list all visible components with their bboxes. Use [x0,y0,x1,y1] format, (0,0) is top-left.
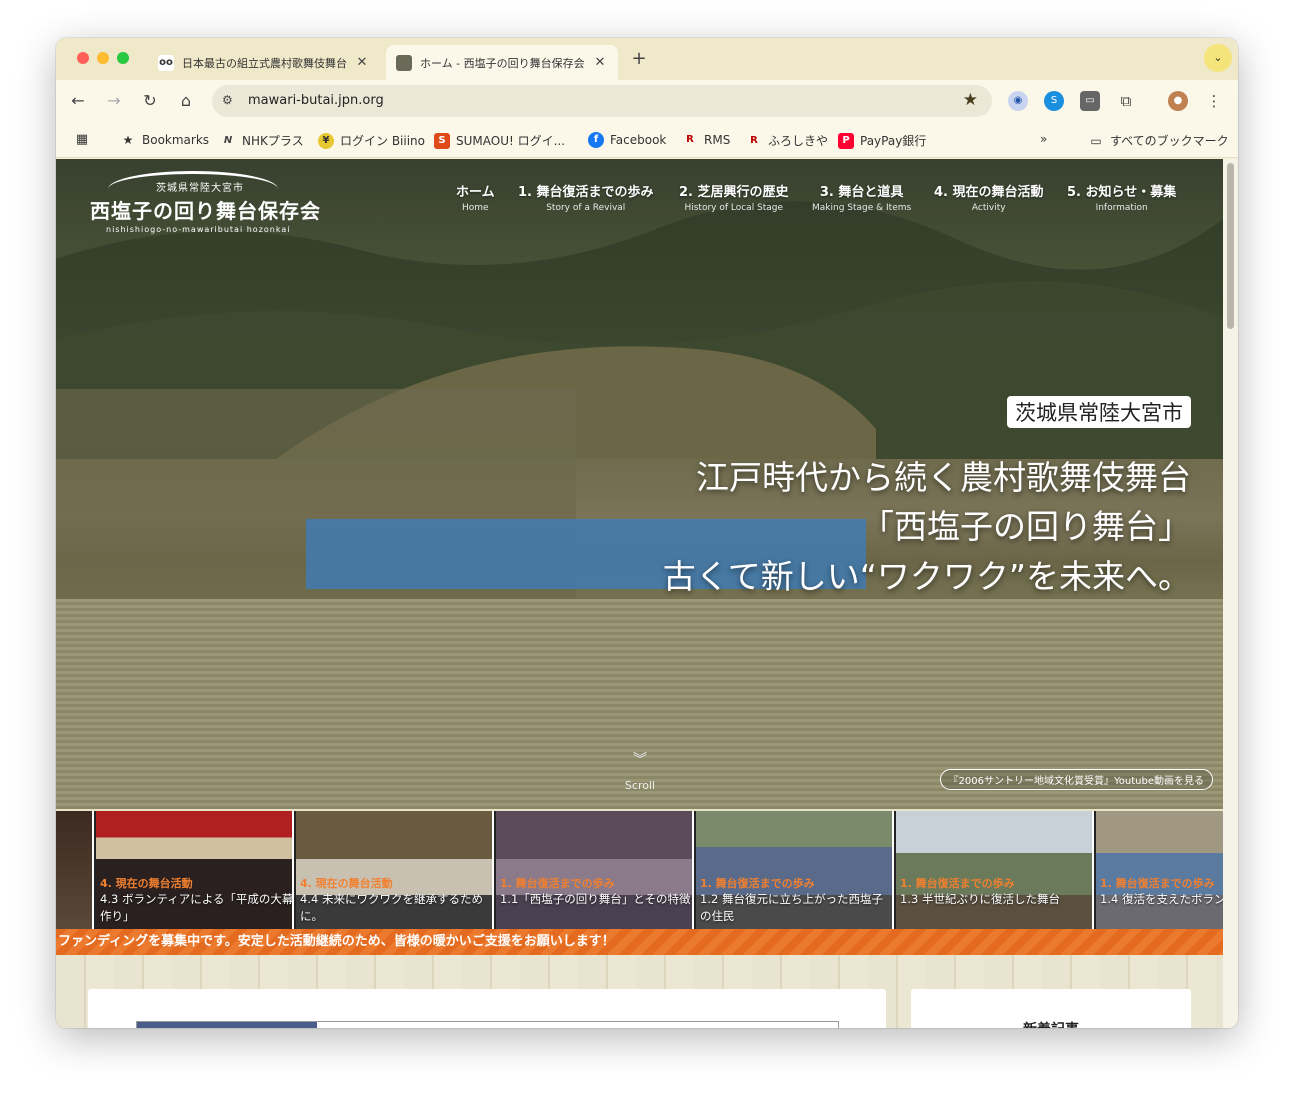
bookmark-facebook[interactable]: f Facebook [588,132,666,148]
scrollbar-thumb[interactable] [1227,163,1234,329]
carousel-slide[interactable]: 1. 舞台復活までの歩み 1.4 復活を支えたボランティア [1096,811,1223,931]
page-scrollbar[interactable] [1223,159,1238,1028]
bookmarks-bar: ▦ ★ Bookmarks N NHKプラス ¥ ログイン Biiino S SUMAO… [56,122,1238,158]
tab-title: 日本最古の組立式農村歌舞伎舞台 [182,56,347,70]
tab-search-button[interactable]: ⌄ [1204,44,1232,72]
hero-section: 茨城県常陸大宮市 西塩子の回り舞台保存会 nishishiogo-no-mawa… [56,159,1223,809]
shazam-extension-icon[interactable]: S [1044,91,1064,111]
article-carousel: 4. 現在の舞台活動 4.3 ボランティアによる「平成の大幕作り」 4. 現在の… [56,811,1223,931]
scroll-indicator[interactable]: ︾ Scroll [618,752,662,792]
sidebar-recent-posts: 新着記事 [911,989,1191,1028]
funding-banner[interactable]: ファンディングを募集中です。安定した活動継続のため、皆様の暖かいご支援をお願いし… [56,929,1223,955]
new-tab-button[interactable]: + [628,48,650,70]
forward-arrow-icon[interactable]: → [102,89,126,113]
close-tab-icon[interactable]: ✕ [354,55,370,70]
nav-stage-items[interactable]: 3. 舞台と道具 Making Stage & Items [812,181,911,213]
bookmark-nhk[interactable]: N NHKプラス [220,132,304,149]
tab-active[interactable]: ホーム - 西塩子の回り舞台保存会 ✕ [386,45,618,80]
chat-extension-icon[interactable]: ▭ [1080,91,1100,111]
rakuten-icon: R [686,134,694,145]
sidebar-heading: 新着記事 [911,1019,1191,1028]
sumaou-icon: S [434,132,450,149]
address-bar[interactable]: ⚙ mawari-butai.jpn.org ★ [212,85,992,117]
tab-title: ホーム - 西塩子の回り舞台保存会 [420,56,585,70]
place-badge: 茨城県常陸大宮市 [1007,396,1191,428]
site-info-icon[interactable]: ⚙ [222,93,233,107]
site-favicon-icon [396,54,412,71]
bookmark-furoshikiya[interactable]: R ふろしきや [746,132,828,149]
carousel-slide[interactable]: 1. 舞台復活までの歩み 1.1「西塩子の回り舞台」とその特徴 [496,811,694,931]
bookmark-rms[interactable]: R RMS [682,132,730,148]
paypay-icon: P [838,132,854,149]
bookmark-bookmarks[interactable]: ★ Bookmarks [120,132,209,148]
lens-extension-icon[interactable]: ◉ [1008,91,1028,111]
more-bookmarks-icon[interactable]: » [1040,132,1047,146]
biiino-icon: ¥ [318,132,334,149]
nav-home[interactable]: ホーム Home [456,181,495,213]
nav-revival[interactable]: 1. 舞台復活までの歩み Story of a Revival [518,181,654,213]
nhk-icon: N [223,134,233,146]
browser-window: oo 日本最古の組立式農村歌舞伎舞台 ✕ ホーム - 西塩子の回り舞台保存会 ✕… [56,38,1238,1028]
bookmark-paypay[interactable]: P PayPay銀行 [838,132,926,149]
apps-grid-icon[interactable]: ▦ [74,132,96,148]
nav-activity[interactable]: 4. 現在の舞台活動 Activity [934,181,1044,213]
nav-information[interactable]: 5. お知らせ・募集 Information [1067,181,1176,213]
tab-strip: oo 日本最古の組立式農村歌舞伎舞台 ✕ ホーム - 西塩子の回り舞台保存会 ✕… [56,38,1238,80]
minimize-window-button[interactable] [97,52,109,64]
carousel-slide[interactable]: 1. 舞台復活までの歩み 1.2 舞台復元に立ち上がった西塩子の住民 [696,811,894,931]
double-chevron-down-icon: ︾ [633,752,647,768]
url-text[interactable]: mawari-butai.jpn.org [248,93,384,108]
tab-inactive[interactable]: oo 日本最古の組立式農村歌舞伎舞台 ✕ [148,45,380,80]
all-bookmarks-folder[interactable]: ▭ すべてのブックマーク [1088,132,1228,149]
browser-toolbar: ← → ↻ ⌂ ⚙ mawari-butai.jpn.org ★ ◉ S ▭ ⧉… [56,80,1238,122]
carousel-slide[interactable]: 1. 舞台復活までの歩み 1.3 半世紀ぶりに復活した舞台 [896,811,1094,931]
close-window-button[interactable] [77,52,89,64]
main-content-card [88,989,886,1028]
folder-icon: ▭ [1090,133,1102,148]
page-viewport: 茨城県常陸大宮市 西塩子の回り舞台保存会 nishishiogo-no-mawa… [56,159,1223,1028]
rakuten-icon: R [750,134,758,146]
home-icon[interactable]: ⌂ [174,89,198,113]
star-icon: ★ [122,133,134,147]
zoom-window-button[interactable] [117,52,129,64]
carousel-slide[interactable]: 4. 現在の舞台活動 4.3 ボランティアによる「平成の大幕作り」 [96,811,294,931]
carousel-slide[interactable]: 4. 現在の舞台活動 4.4 未来にワクワクを継承するために。 [296,811,494,931]
facebook-icon: f [588,132,604,148]
article-embed[interactable] [136,1021,839,1028]
nav-history[interactable]: 2. 芝居興行の歴史 History of Local Stage [679,181,789,213]
bookmark-star-icon[interactable]: ★ [963,90,978,110]
hero-catch-line-3: 古くて新しい“ワクワク”を未来へ。 [662,557,1191,596]
carousel-slide-partial[interactable] [56,811,94,931]
youtube-video-link[interactable]: 『2006サントリー地域文化賞受賞』Youtube動画を見る [939,769,1213,790]
profile-avatar[interactable]: ● [1168,91,1188,111]
puzzle-extensions-icon[interactable]: ⧉ [1116,91,1136,111]
bookmark-sumaou[interactable]: S SUMAOU! ログイ... [434,132,565,149]
menu-dots-icon[interactable]: ⋮ [1204,91,1224,111]
reload-icon[interactable]: ↻ [138,89,162,113]
hero-catch-line-1: 江戸時代から続く農村歌舞伎舞台 [696,458,1191,497]
site-logo[interactable]: 茨城県常陸大宮市 西塩子の回り舞台保存会 nishishiogo-no-mawa… [88,167,320,237]
bookmark-biiino[interactable]: ¥ ログイン Biiino [318,132,425,149]
close-tab-icon[interactable]: ✕ [592,55,608,70]
back-arrow-icon[interactable]: ← [66,89,90,113]
hero-catch-line-2: 「西塩子の回り舞台」 [861,507,1191,546]
eyes-favicon-icon: oo [158,54,174,71]
